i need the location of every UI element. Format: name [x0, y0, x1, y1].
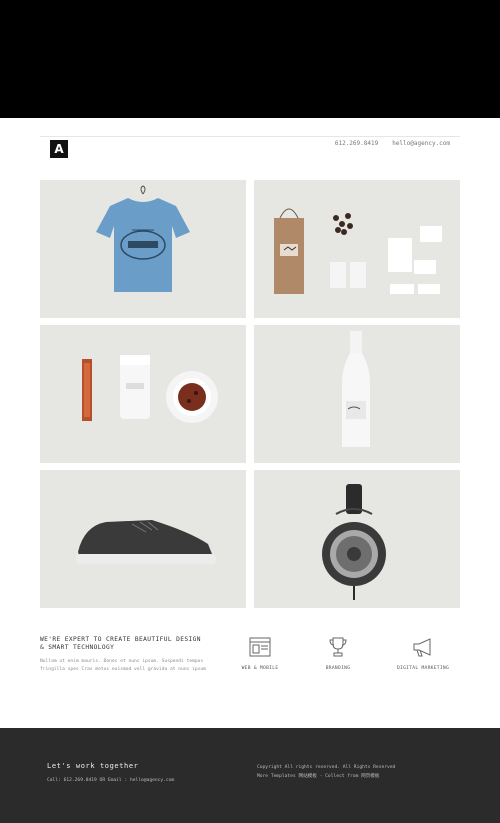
footer-copyright: Copyright All rights reserved. All Right…: [257, 763, 395, 781]
portfolio-item-coffee[interactable]: [40, 325, 246, 463]
footer-copyright-line1: Copyright All rights reserved. All Right…: [257, 765, 396, 770]
service-label-branding: BRANDING: [325, 666, 351, 671]
services-headline-line2: & SMART TECHNOLOGY: [40, 644, 115, 651]
browser-window-icon: [249, 637, 271, 657]
service-label-web-mobile: WEB & MOBILE: [241, 666, 279, 671]
portfolio-item-tshirt[interactable]: [40, 180, 246, 318]
footer-title: Let's work together: [47, 762, 139, 770]
top-banner: [0, 0, 500, 118]
header-contact: 612.269.8419 hello@agency.com: [335, 140, 450, 147]
service-label-digital-marketing: DIGITAL MARKETING: [396, 666, 450, 671]
footer-contact[interactable]: Call: 612.269.8419 OR Email : hello@agen…: [47, 778, 174, 783]
footer-copyright-line2[interactable]: More Templates 网站模板 - Collect from 网页模板: [257, 772, 395, 781]
logo-letter: A: [54, 142, 64, 156]
site-header: A 612.269.8419 hello@agency.com: [40, 128, 460, 168]
portfolio-item-bottle[interactable]: [254, 325, 460, 463]
services-blurb: Nullam ut enim mauris. Donec et nunc ips…: [40, 659, 206, 672]
logo[interactable]: A: [50, 140, 68, 158]
trophy-icon: [329, 637, 347, 657]
service-branding[interactable]: BRANDING: [303, 636, 373, 671]
services-headline-line1: WE'RE EXPERT TO CREATE BEAUTIFUL DESIGN: [40, 636, 201, 643]
tshirt-image: [96, 185, 190, 292]
header-email[interactable]: hello@agency.com: [392, 140, 450, 147]
services-section: WE'RE EXPERT TO CREATE BEAUTIFUL DESIGN …: [40, 636, 461, 706]
portfolio-item-sneaker[interactable]: [40, 470, 246, 608]
headphones-image: [322, 484, 386, 600]
portfolio-item-stationery[interactable]: [254, 180, 460, 318]
header-phone[interactable]: 612.269.8419: [335, 140, 378, 147]
site-footer: Let's work together Call: 612.269.8419 O…: [0, 728, 500, 823]
stationery-image: [274, 208, 442, 294]
service-digital-marketing[interactable]: DIGITAL MARKETING: [388, 636, 458, 671]
services-headline: WE'RE EXPERT TO CREATE BEAUTIFUL DESIGN …: [40, 636, 230, 652]
header-divider: [40, 136, 460, 137]
sneaker-image: [76, 520, 216, 564]
coffee-image: [82, 355, 218, 423]
bottle-image: [342, 331, 370, 447]
service-web-mobile[interactable]: WEB & MOBILE: [225, 636, 295, 671]
megaphone-icon: [413, 638, 431, 657]
portfolio-item-headphones[interactable]: [254, 470, 460, 608]
